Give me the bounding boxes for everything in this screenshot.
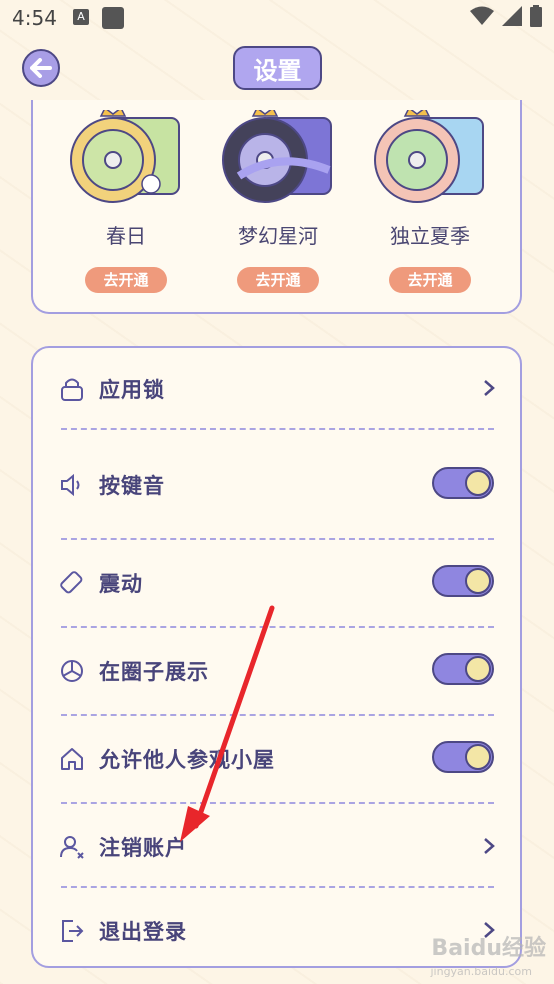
toggle-knob bbox=[465, 656, 491, 682]
status-time: 4:54 bbox=[12, 6, 57, 30]
toggle-knob bbox=[465, 568, 491, 594]
theme-activate-button[interactable]: 去开通 bbox=[85, 267, 167, 293]
settings-card: 应用锁 按键音 震动 在圈子展示 允许他人参观小屋 注销账户 退出登录 bbox=[31, 346, 522, 968]
back-button[interactable] bbox=[22, 49, 60, 87]
watermark-url: jingyan.baidu.com bbox=[430, 965, 532, 978]
theme-activate-button[interactable]: 去开通 bbox=[237, 267, 319, 293]
divider bbox=[61, 714, 494, 716]
setting-app-lock[interactable]: 应用锁 bbox=[33, 358, 520, 418]
setting-label: 震动 bbox=[99, 572, 143, 596]
divider bbox=[61, 886, 494, 888]
chevron-right-icon bbox=[484, 380, 495, 396]
circle-icon bbox=[61, 660, 83, 682]
allow-visit-toggle[interactable] bbox=[432, 741, 494, 773]
show-in-circle-toggle[interactable] bbox=[432, 653, 494, 685]
divider bbox=[61, 802, 494, 804]
setting-vibrate[interactable]: 震动 bbox=[33, 552, 520, 612]
logout-icon bbox=[62, 920, 84, 942]
page-title: 设置 bbox=[233, 46, 322, 90]
setting-label: 按键音 bbox=[99, 474, 165, 498]
setting-label: 允许他人参观小屋 bbox=[99, 748, 275, 772]
notification-a-icon: A bbox=[73, 9, 89, 25]
signal-icon bbox=[502, 6, 522, 26]
vibrate-toggle[interactable] bbox=[432, 565, 494, 597]
theme-dream-galaxy-preview bbox=[219, 106, 337, 206]
house-icon bbox=[61, 748, 83, 770]
divider bbox=[61, 538, 494, 540]
toggle-knob bbox=[465, 470, 491, 496]
setting-key-sound[interactable]: 按键音 bbox=[33, 454, 520, 514]
back-arrow-icon bbox=[30, 58, 52, 78]
theme-spring[interactable]: 春日 去开通 bbox=[61, 106, 191, 293]
setting-show-in-circle[interactable]: 在圈子展示 bbox=[33, 640, 520, 700]
lock-icon bbox=[61, 378, 83, 401]
status-bar: 4:54 A bbox=[0, 0, 554, 36]
setting-label: 注销账户 bbox=[99, 836, 187, 860]
theme-name: 梦幻星河 bbox=[238, 224, 318, 248]
toggle-knob bbox=[465, 744, 491, 770]
theme-indie-summer[interactable]: 独立夏季 去开通 bbox=[365, 106, 495, 293]
themes-card: 春日 去开通 梦幻星河 去开通 独立夏季 去开通 bbox=[31, 100, 522, 314]
key-sound-toggle[interactable] bbox=[432, 467, 494, 499]
setting-label: 在圈子展示 bbox=[99, 660, 209, 684]
status-icons bbox=[470, 5, 542, 27]
theme-activate-button[interactable]: 去开通 bbox=[389, 267, 471, 293]
setting-delete-account[interactable]: 注销账户 bbox=[33, 816, 520, 876]
theme-spring-preview bbox=[67, 106, 185, 206]
battery-icon bbox=[530, 5, 542, 27]
user-remove-icon bbox=[60, 836, 84, 859]
chevron-right-icon bbox=[484, 838, 495, 854]
theme-name: 独立夏季 bbox=[390, 224, 470, 248]
divider bbox=[61, 626, 494, 628]
divider bbox=[61, 428, 494, 430]
wifi-icon bbox=[470, 6, 494, 25]
theme-indie-summer-preview bbox=[371, 106, 489, 206]
setting-label: 应用锁 bbox=[99, 378, 165, 402]
setting-label: 退出登录 bbox=[99, 920, 187, 944]
theme-name: 春日 bbox=[106, 224, 146, 248]
notification-square-icon bbox=[102, 7, 124, 29]
theme-dream-galaxy[interactable]: 梦幻星河 去开通 bbox=[213, 106, 343, 293]
vibrate-icon bbox=[60, 571, 83, 594]
speaker-icon bbox=[61, 473, 80, 497]
watermark-logo: Baidu经验 bbox=[431, 936, 546, 961]
setting-allow-visit-house[interactable]: 允许他人参观小屋 bbox=[33, 728, 520, 788]
